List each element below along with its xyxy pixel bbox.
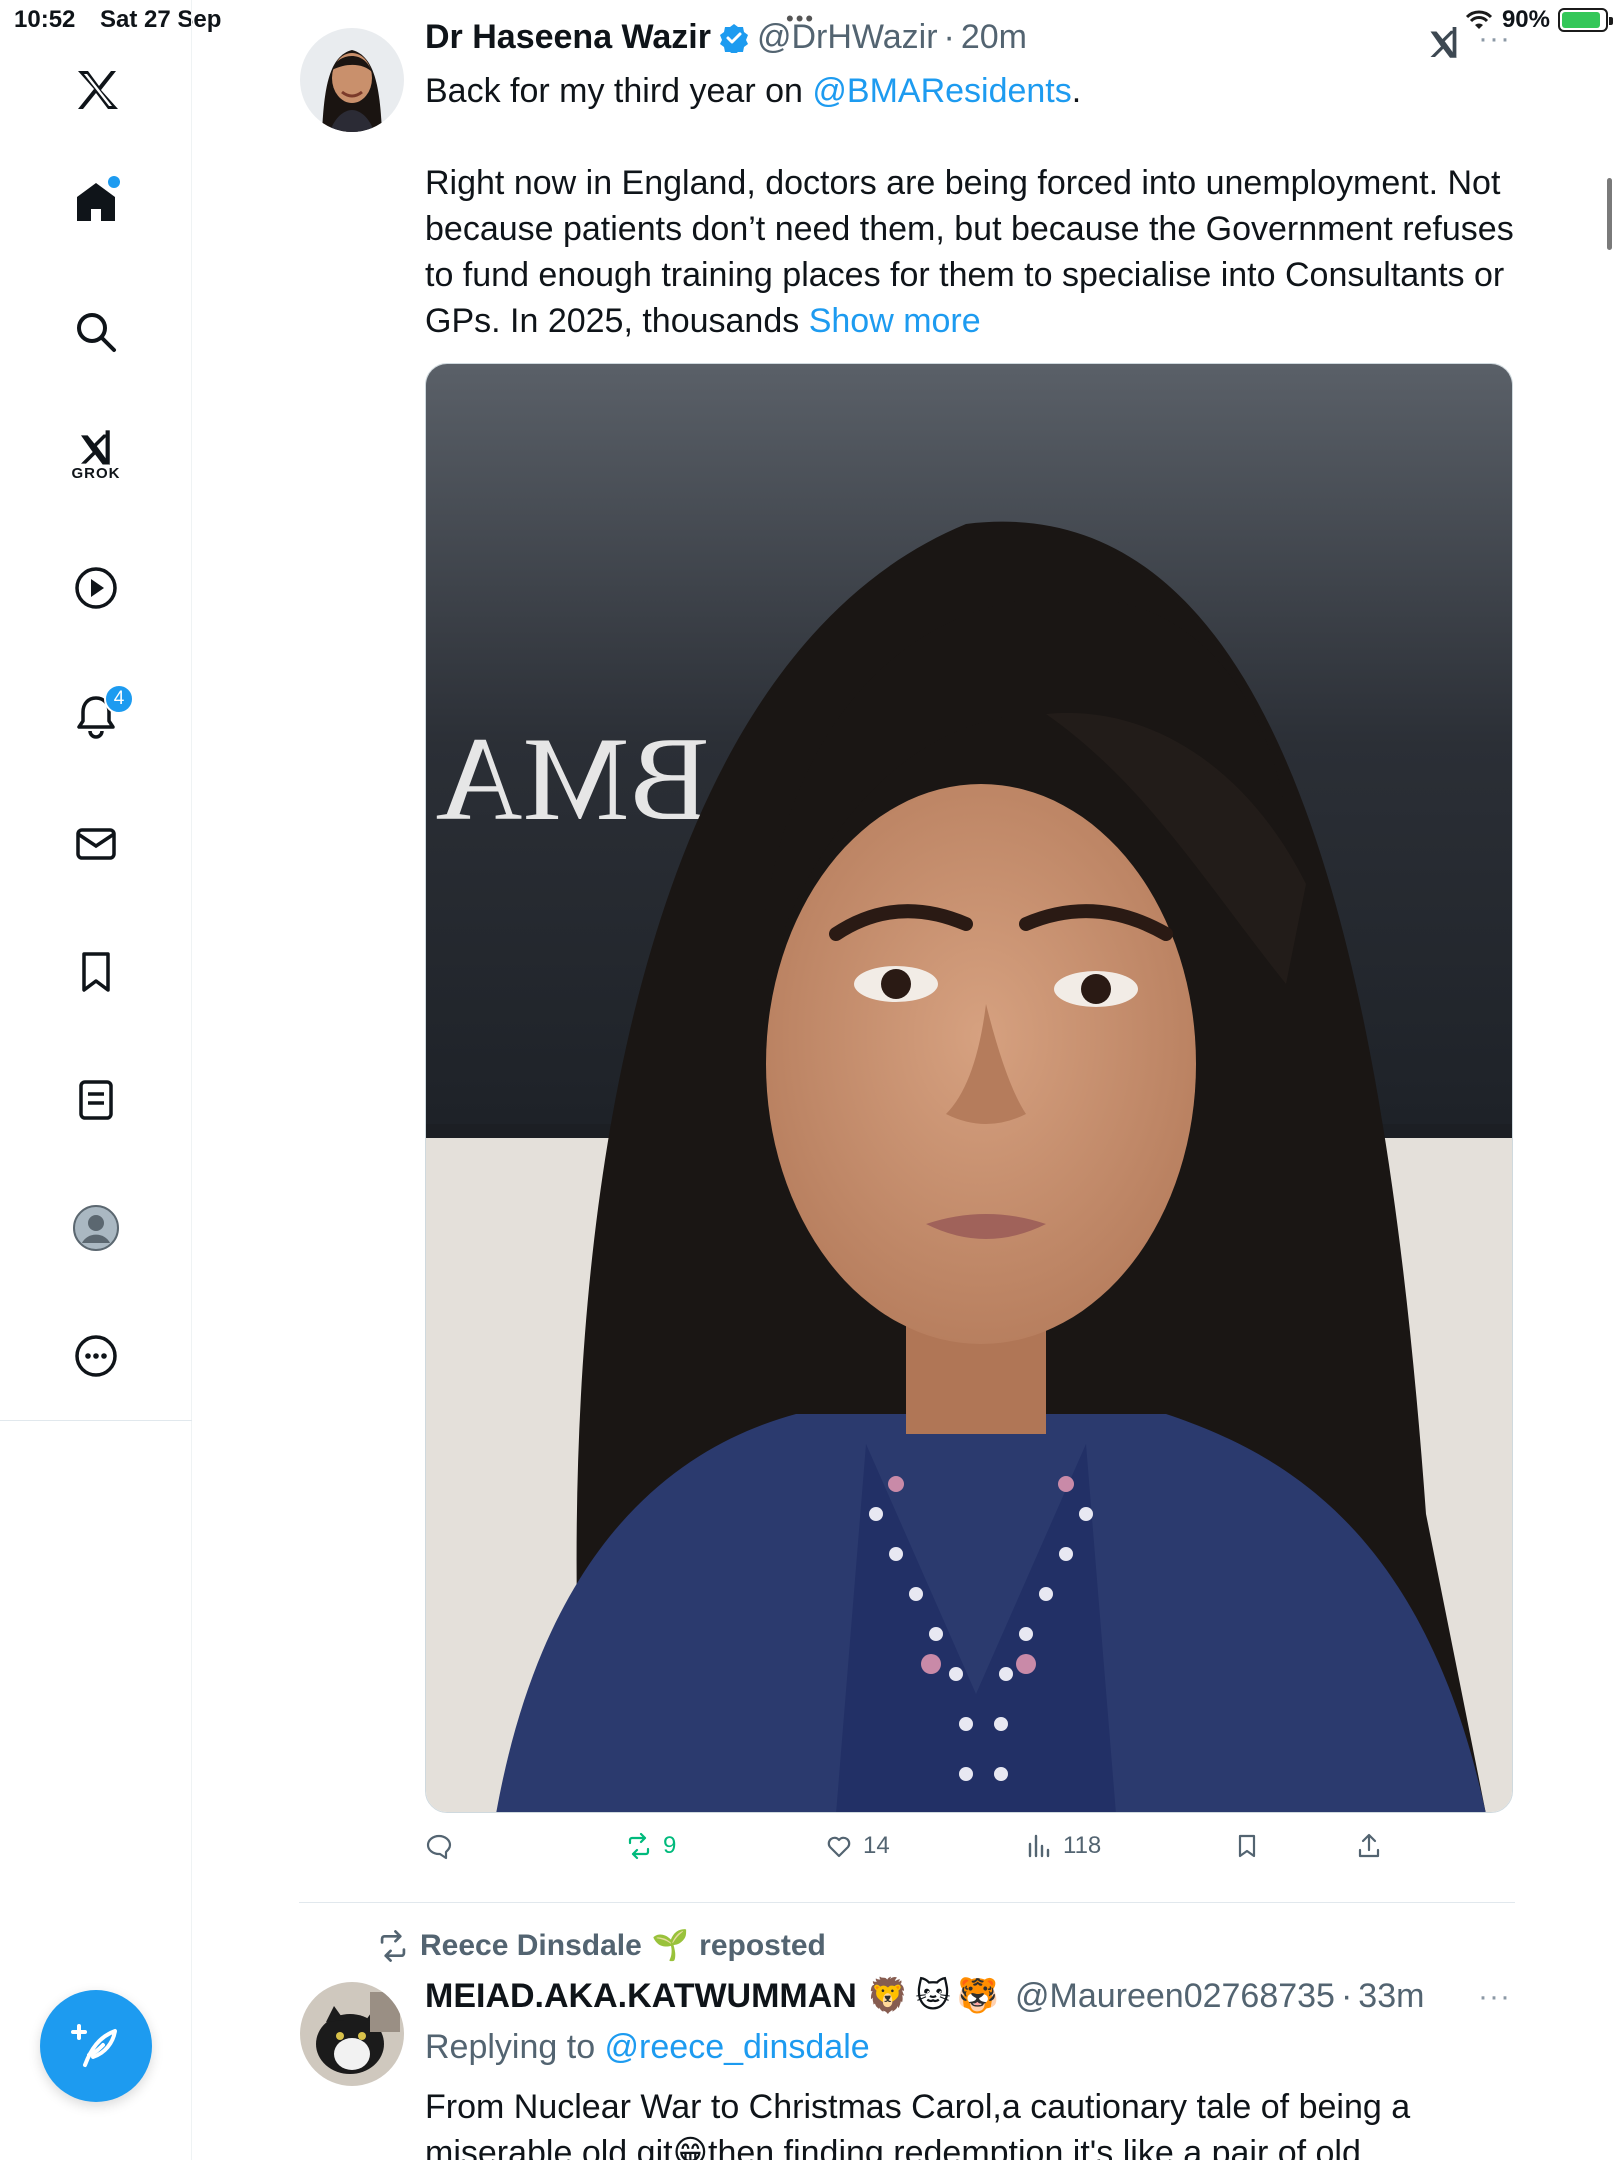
author-name-emojis: 🦁🐱🐯 xyxy=(866,1977,1005,2015)
text-segment: Back for my third year on xyxy=(425,72,813,110)
reply-icon xyxy=(426,1834,452,1860)
retweet-button[interactable]: 9 xyxy=(625,1832,676,1860)
list-icon xyxy=(79,1080,113,1120)
bookmark-button[interactable] xyxy=(1233,1832,1261,1860)
tweet-actions: 9 14 118 xyxy=(425,1832,1425,1872)
separator: · xyxy=(943,18,955,56)
tweet-header: Dr Haseena Wazir @DrHWazir · 20m xyxy=(425,18,1027,57)
replying-to-link[interactable]: @reece_dinsdale xyxy=(605,2028,870,2066)
views-count: 118 xyxy=(1063,1832,1102,1859)
tweet-photo[interactable]: BMA xyxy=(425,363,1513,1813)
sidebar-item-home[interactable] xyxy=(60,166,132,238)
separator: · xyxy=(1340,1976,1353,2015)
heart-icon xyxy=(827,1836,851,1858)
tweet-body-line: miserable old git😁then finding redemptio… xyxy=(425,2134,1361,2160)
bookmark-icon xyxy=(1238,1834,1256,1858)
author-name[interactable]: Dr Haseena Wazir xyxy=(425,18,711,57)
mail-icon xyxy=(76,828,116,860)
compose-feather-icon xyxy=(71,2024,117,2067)
verified-badge-icon xyxy=(719,23,748,53)
sidebar-item-bookmarks[interactable] xyxy=(60,936,132,1008)
avatar[interactable] xyxy=(300,28,404,132)
grok-top-icon[interactable] xyxy=(1425,24,1463,60)
retweet-count: 9 xyxy=(663,1832,677,1859)
share-icon xyxy=(1358,1833,1380,1858)
tweet-time[interactable]: 20m xyxy=(961,18,1027,57)
sidebar-item-notifications[interactable]: 4 xyxy=(60,680,134,752)
sidebar-item-search[interactable] xyxy=(60,296,132,368)
sidebar-item-messages[interactable] xyxy=(60,808,132,880)
like-button[interactable]: 14 xyxy=(825,1832,890,1860)
tweet-more-icon[interactable]: ··· xyxy=(1478,1980,1511,2014)
share-button[interactable] xyxy=(1355,1832,1383,1860)
repost-context: Reece Dinsdale 🌱 reposted xyxy=(376,1928,826,1963)
reposter-name[interactable]: Reece Dinsdale xyxy=(420,1929,642,1963)
x-logo-icon[interactable] xyxy=(60,54,132,126)
avatar[interactable] xyxy=(300,1982,404,2086)
grok-label: GROK xyxy=(71,464,121,482)
tweet-time[interactable]: 33m xyxy=(1358,1977,1424,2016)
author-handle[interactable]: @Maureen02768735 xyxy=(1015,1977,1335,2016)
sidebar-item-lists[interactable] xyxy=(60,1064,132,1136)
replying-to: Replying to @reece_dinsdale xyxy=(425,2028,870,2067)
home-unread-dot xyxy=(108,176,120,188)
tweet-divider xyxy=(299,1902,1515,1903)
reposted-label: reposted xyxy=(699,1928,826,1962)
scrollbar[interactable] xyxy=(1607,178,1612,250)
notification-count-badge: 4 xyxy=(104,684,134,714)
mention-link[interactable]: @BMAResidents xyxy=(812,72,1071,110)
views-button[interactable]: 118 xyxy=(1025,1832,1101,1860)
grok-icon xyxy=(81,429,111,464)
show-more-link[interactable]: Show more xyxy=(809,302,981,340)
tweet-body: Right now in England, doctors are being … xyxy=(425,160,1515,344)
text-segment: . xyxy=(1071,72,1082,110)
more-circle-icon xyxy=(75,1335,117,1377)
replying-to-label: Replying to xyxy=(425,2028,605,2066)
tweet-body-line: From Nuclear War to Christmas Carol,a ca… xyxy=(425,2088,1411,2126)
retweet-icon xyxy=(628,1832,650,1860)
tweet-header: MEIAD.AKA.KATWUMMAN 🦁🐱🐯 @Maureen02768735… xyxy=(425,1976,1424,2016)
compose-button[interactable] xyxy=(40,1990,152,2102)
bookmark-icon xyxy=(82,952,110,992)
reply-button[interactable] xyxy=(425,1832,453,1860)
author-handle[interactable]: @DrHWazir xyxy=(757,18,938,57)
profile-icon xyxy=(73,1205,119,1251)
views-icon xyxy=(1028,1834,1050,1858)
sidebar-item-grok[interactable]: GROK xyxy=(60,418,132,490)
retweet-icon xyxy=(380,1929,406,1962)
sidebar-item-profile[interactable] xyxy=(60,1192,132,1264)
search-icon xyxy=(77,313,116,352)
tweet-body: From Nuclear War to Christmas Carol,a ca… xyxy=(425,2084,1515,2160)
sidebar-item-more[interactable] xyxy=(60,1320,132,1392)
sidebar-item-video[interactable] xyxy=(60,552,132,624)
tweet-more-icon[interactable]: ··· xyxy=(1478,22,1511,56)
video-icon xyxy=(75,567,117,609)
author-name[interactable]: MEIAD.AKA.KATWUMMAN xyxy=(425,1977,857,2016)
sidebar-divider xyxy=(0,1420,192,1421)
like-count: 14 xyxy=(863,1832,890,1859)
sidebar-nav: GROK 4 xyxy=(0,0,192,2160)
photo-sign-text: BMA xyxy=(436,712,709,845)
reposter-emoji: 🌱 xyxy=(651,1929,690,1962)
tweet-text-line1: Back for my third year on @BMAResidents. xyxy=(425,68,1515,114)
